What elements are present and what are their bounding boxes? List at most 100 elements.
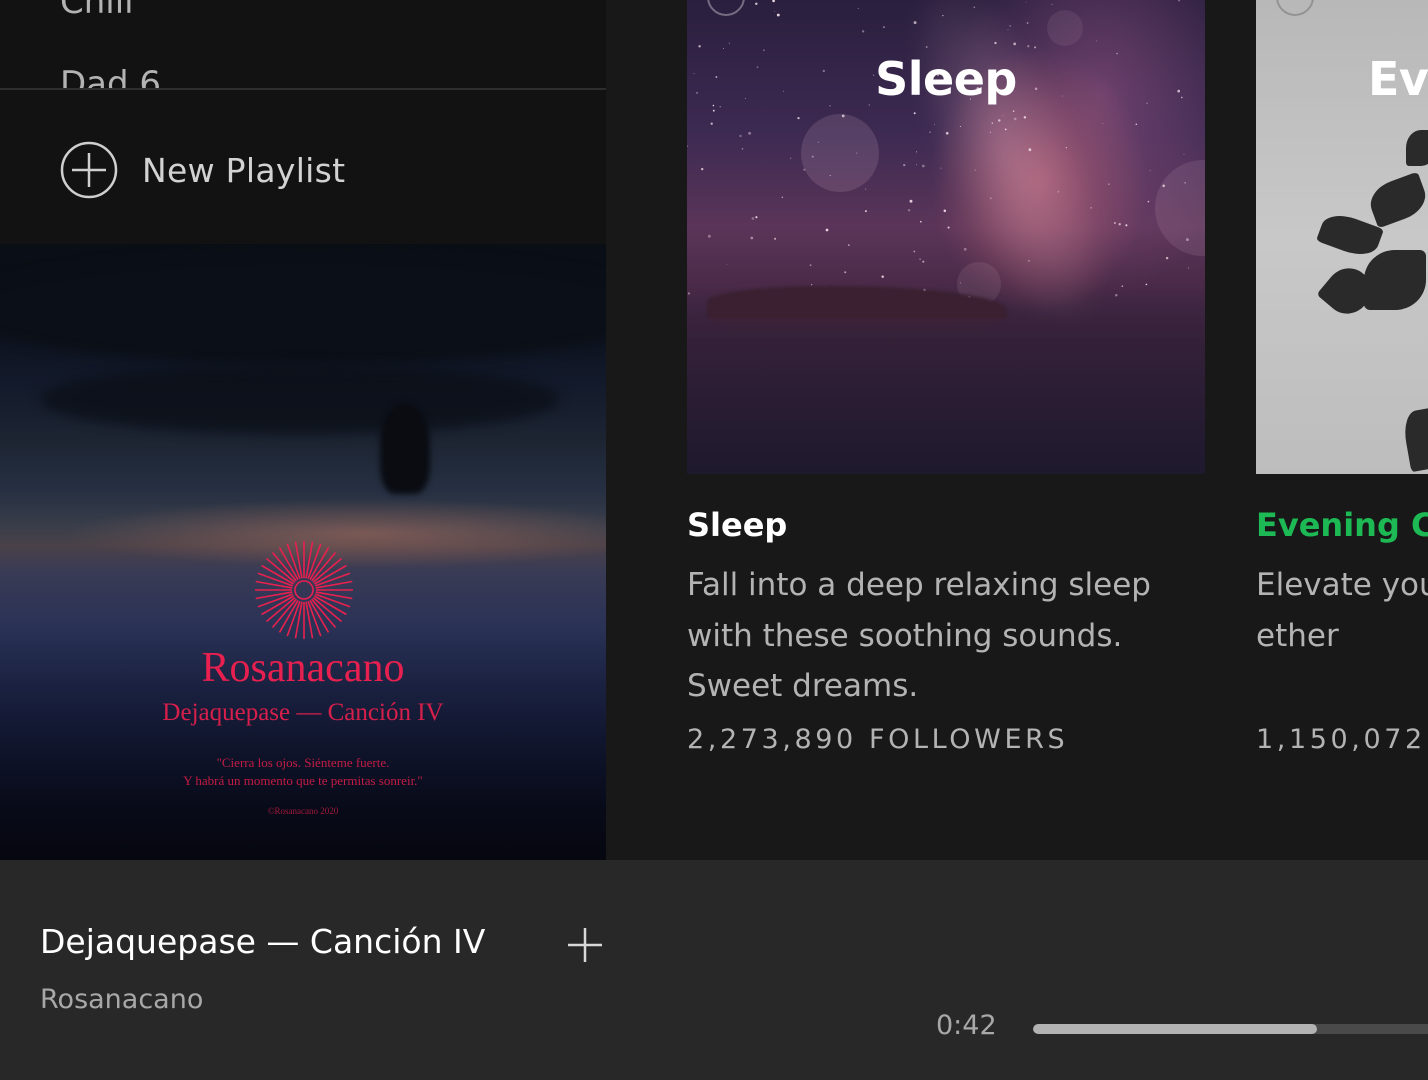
star [751,217,755,220]
star [882,26,885,29]
cover-leaf [1401,407,1428,473]
star [907,209,911,212]
star [1051,3,1053,5]
album-art-quote-line: Y habrá un momento que te permitas sonre… [183,773,423,788]
sunburst-ray [305,541,314,579]
star [776,13,780,17]
sidebar: Chill Dad 6 New Playlist Rosanacano Deja… [0,0,606,860]
new-playlist-label: New Playlist [142,150,346,190]
sunburst-ray [294,541,303,579]
card-title[interactable]: Evening Cl [1256,506,1428,544]
star [1113,222,1116,224]
plus-circle-icon [60,141,118,199]
star [1121,285,1124,288]
star [903,163,906,167]
star [1183,153,1185,155]
cover-title: Eve [1368,52,1428,106]
star [1013,42,1017,46]
star [989,197,992,200]
playlist-cover-evening[interactable]: Eve [1256,0,1428,474]
star [797,116,800,120]
star [1057,191,1060,193]
star [998,119,1001,122]
card-followers: 1,150,072 F [1256,724,1428,755]
star [940,167,942,169]
star [698,45,701,48]
card-description: Elevate you unwind wit these ether [1256,560,1428,661]
follow-heart-icon[interactable] [1276,0,1314,16]
progress-bar[interactable] [1033,1024,1428,1034]
star [723,47,724,49]
star [913,21,917,25]
star [1187,267,1190,269]
album-art-artist: Rosanacano [201,645,405,691]
star [825,228,829,232]
star [1002,114,1004,116]
star [1004,128,1007,131]
sunburst-icon [255,541,353,639]
star [773,10,775,12]
cover-leaf [1406,130,1428,166]
star [909,199,913,203]
star [973,6,976,8]
star [942,14,944,17]
plus-icon[interactable] [566,926,604,964]
star [1178,0,1180,2]
star [1165,256,1169,260]
star [919,258,921,261]
playlist-cover-sleep[interactable]: Sleep [687,0,1205,474]
player-bar [0,860,1428,1080]
sidebar-playlist-dad-6[interactable]: Dad 6 [60,64,161,88]
album-art-quote-line: "Cierra los ojos. Siénteme fuerte. [216,755,390,770]
star [1028,260,1030,262]
star [881,275,884,278]
playlist-card-sleep[interactable]: Sleep Sleep Fall into a deep relaxing sl… [687,0,1205,755]
playlist-card-evening[interactable]: Eve Evening Cl Elevate you unwind wit th… [1256,0,1428,755]
star [1135,123,1138,126]
album-art-copyright: ©Rosanacano 2020 [267,806,339,816]
star [864,210,867,213]
card-description-line: Elevate you unwind wit these ether [1256,567,1428,654]
star [934,123,936,125]
star [963,247,967,251]
now-playing-album-art[interactable]: Rosanacano Dejaquepase — Canción IV "Cie… [0,244,606,860]
playlist-list: Chill Dad 6 [0,0,606,90]
elapsed-time: 0:42 [936,1010,997,1041]
card-title[interactable]: Sleep [687,506,787,544]
album-art-track: Dejaquepase — Canción IV [162,699,444,726]
cover-bokeh [801,114,879,192]
album-art-figure [380,404,430,494]
star [1025,1,1027,3]
star [755,2,758,6]
star [719,106,721,108]
star [913,112,916,115]
star [861,30,865,33]
star [707,234,711,238]
star [1125,224,1128,227]
star [712,109,715,112]
cover-title: Sleep [875,52,1017,106]
star [925,46,928,48]
star [748,131,752,135]
star [728,42,730,44]
cover-bokeh [1047,10,1083,46]
star [865,188,867,190]
star [920,220,922,223]
new-playlist-button[interactable]: New Playlist [60,140,345,200]
progress-fill [1033,1024,1318,1034]
star [989,131,991,133]
star [755,216,758,219]
sidebar-playlist-chill[interactable]: Chill [60,0,134,22]
main-content: Sleep Sleep Fall into a deep relaxing sl… [606,0,1428,860]
star [916,164,917,166]
star [1007,29,1009,31]
star [1023,116,1027,119]
star [913,250,916,253]
now-playing-artist[interactable]: Rosanacano [40,984,203,1015]
star [1090,207,1092,209]
star [774,237,777,240]
star [687,292,690,295]
star [994,41,997,45]
star [922,260,925,263]
now-playing-title[interactable]: Dejaquepase — Canción IV [40,922,485,961]
